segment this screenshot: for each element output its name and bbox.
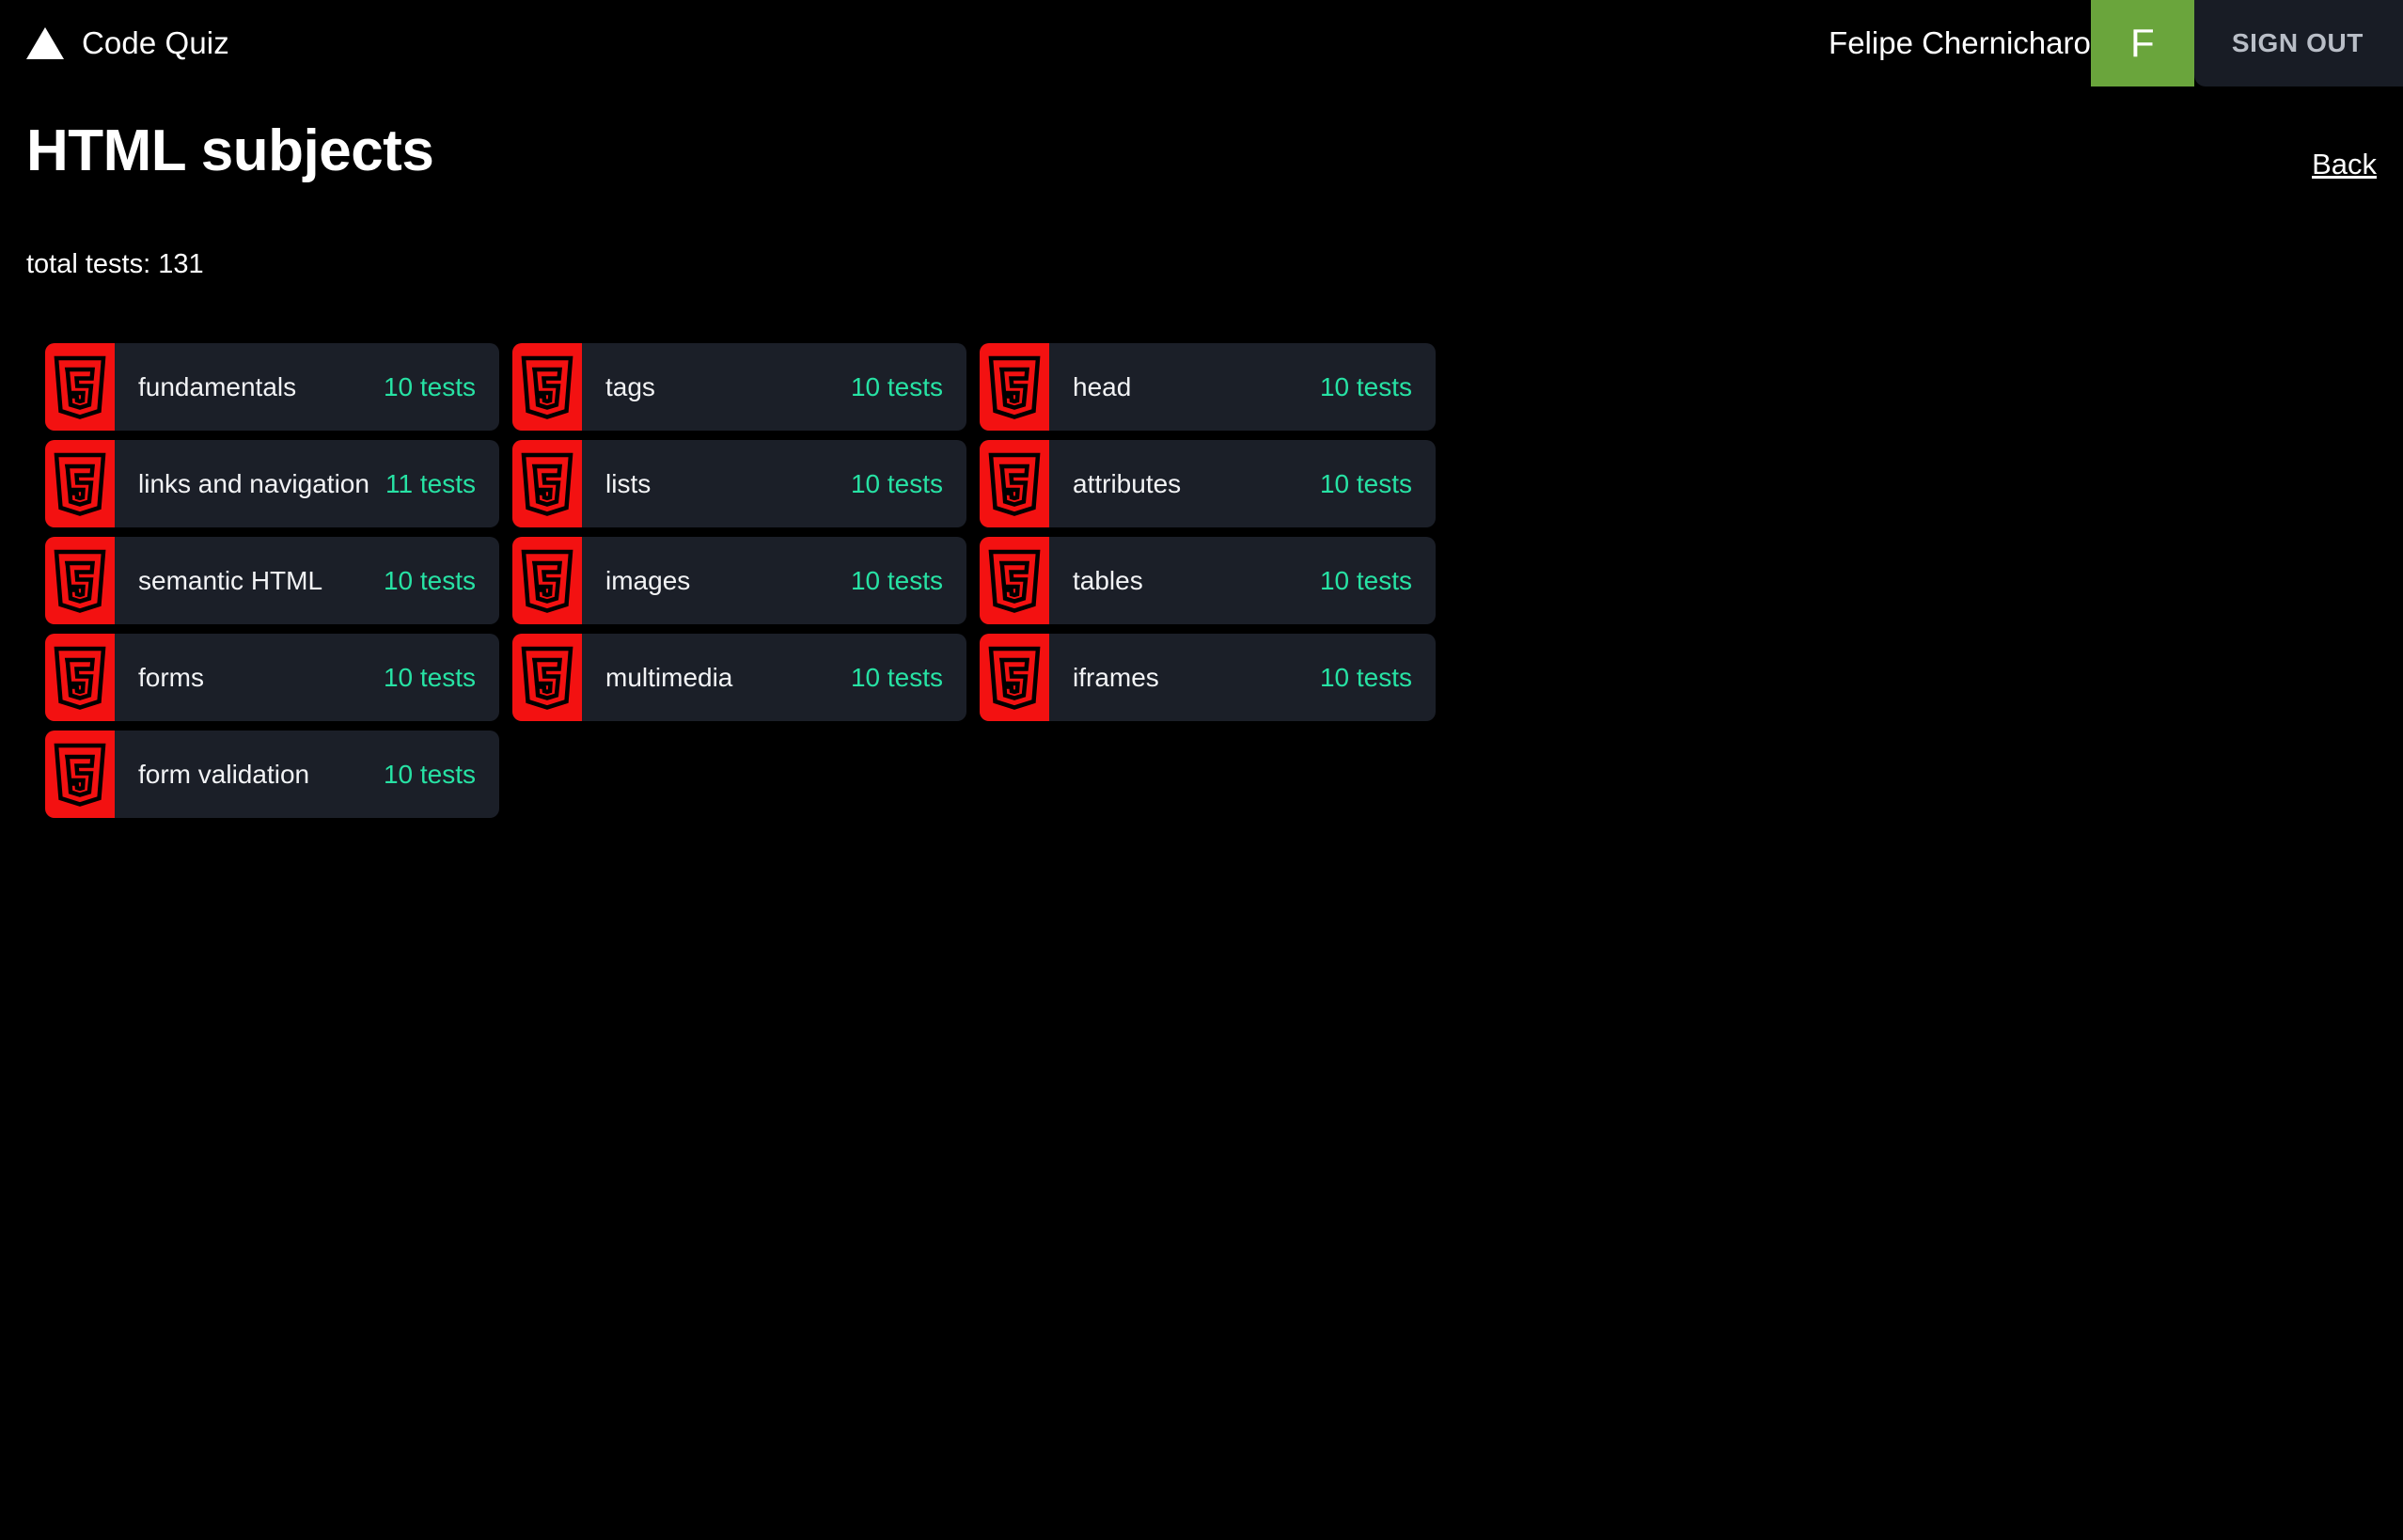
brand[interactable]: Code Quiz [26, 0, 229, 86]
triangle-logo-icon [26, 27, 64, 59]
subject-card-label: fundamentals [138, 371, 297, 401]
html5-logo-icon [45, 634, 115, 721]
subject-card-test-count: 10 tests [850, 371, 943, 401]
subject-card[interactable]: head 10 tests [980, 343, 1436, 431]
subject-card[interactable]: multimedia 10 tests [512, 634, 966, 721]
user-name: Felipe Chernicharo [1829, 25, 2091, 60]
subject-card-label: semantic HTML [138, 565, 323, 595]
app-header: Code Quiz Felipe Chernicharo F SIGN OUT [0, 0, 2403, 86]
subject-card-test-count: 10 tests [383, 662, 476, 692]
subject-card-test-count: 10 tests [383, 759, 476, 789]
subject-card-label: tags [605, 371, 655, 401]
subject-card-label: forms [138, 662, 204, 692]
avatar-initial: F [2130, 21, 2155, 65]
subject-card-label: links and navigation [138, 468, 369, 498]
html5-logo-icon [512, 634, 582, 721]
total-tests-label: total tests: 131 [26, 249, 204, 279]
subject-card-test-count: 10 tests [850, 565, 943, 595]
page-head: HTML subjects Back [0, 86, 2403, 190]
html5-logo-icon [45, 343, 115, 431]
html5-logo-icon [512, 537, 582, 624]
subject-card-test-count: 10 tests [1319, 565, 1412, 595]
subject-card[interactable]: fundamentals 10 tests [45, 343, 499, 431]
html5-logo-icon [980, 343, 1049, 431]
brand-name: Code Quiz [82, 25, 229, 60]
page-title: HTML subjects [26, 118, 434, 183]
html5-logo-icon [45, 440, 115, 527]
subject-card[interactable]: attributes 10 tests [980, 440, 1436, 527]
subject-card-label: multimedia [605, 662, 733, 692]
html5-logo-icon [980, 440, 1049, 527]
back-link[interactable]: Back [2312, 148, 2377, 181]
subject-card-test-count: 10 tests [383, 371, 476, 401]
user-area: Felipe Chernicharo F SIGN OUT [1829, 0, 2403, 86]
subject-card-test-count: 10 tests [1319, 662, 1412, 692]
subject-card[interactable]: images 10 tests [512, 537, 966, 624]
subject-card-test-count: 11 tests [385, 468, 476, 498]
subject-card[interactable]: semantic HTML 10 tests [45, 537, 499, 624]
subject-card-label: tables [1073, 565, 1143, 595]
subject-card-label: form validation [138, 759, 310, 789]
subject-card[interactable]: iframes 10 tests [980, 634, 1436, 721]
subject-card[interactable]: links and navigation 11 tests [45, 440, 499, 527]
subject-card-test-count: 10 tests [850, 662, 943, 692]
subject-card-label: head [1073, 371, 1132, 401]
subject-card[interactable]: form validation 10 tests [45, 731, 499, 818]
html5-logo-icon [45, 731, 115, 818]
subject-card-label: attributes [1073, 468, 1182, 498]
subject-card-test-count: 10 tests [1319, 468, 1412, 498]
subject-card[interactable]: lists 10 tests [512, 440, 966, 527]
subject-card[interactable]: forms 10 tests [45, 634, 499, 721]
avatar[interactable]: F [2090, 0, 2194, 86]
subject-card[interactable]: tables 10 tests [980, 537, 1436, 624]
html5-logo-icon [980, 634, 1049, 721]
html5-logo-icon [512, 440, 582, 527]
subject-card[interactable]: tags 10 tests [512, 343, 966, 431]
subject-card-test-count: 10 tests [1319, 371, 1412, 401]
subject-card-label: images [605, 565, 691, 595]
html5-logo-icon [980, 537, 1049, 624]
subjects-grid: fundamentals 10 tests tags 10 tests head 10 t… [45, 343, 2339, 818]
subject-card-test-count: 10 tests [383, 565, 476, 595]
html5-logo-icon [45, 537, 115, 624]
subject-card-label: iframes [1073, 662, 1159, 692]
subject-card-test-count: 10 tests [850, 468, 943, 498]
sign-out-button[interactable]: SIGN OUT [2193, 0, 2403, 86]
subject-card-label: lists [605, 468, 652, 498]
html5-logo-icon [512, 343, 582, 431]
